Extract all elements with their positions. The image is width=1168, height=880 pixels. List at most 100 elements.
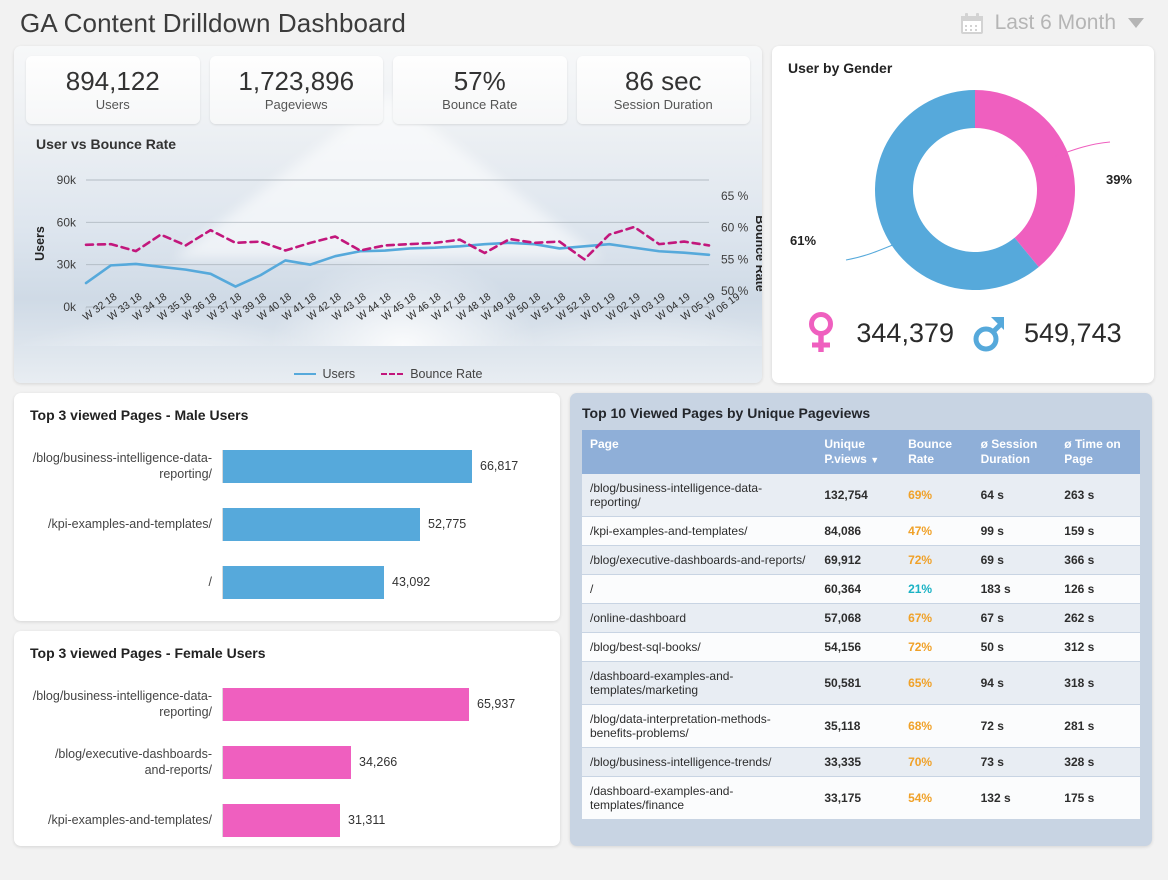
cell-bounce-rate: 67% bbox=[900, 604, 973, 633]
table-body: /blog/business-intelligence-data-reporti… bbox=[582, 474, 1140, 820]
table-row[interactable]: /60,36421%183 s126 s bbox=[582, 575, 1140, 604]
kpi-label: Bounce Rate bbox=[442, 97, 517, 112]
cell-page: /kpi-examples-and-templates/ bbox=[582, 517, 816, 546]
bar-category-label: / bbox=[30, 574, 222, 590]
table-row[interactable]: /dashboard-examples-and-templates/market… bbox=[582, 662, 1140, 705]
cell-time-on-page: 318 s bbox=[1056, 662, 1140, 705]
donut-svg bbox=[788, 80, 1138, 305]
bar-row: /blog/business-intelligence-data-reporti… bbox=[30, 675, 544, 733]
table-row[interactable]: /blog/business-intelligence-data-reporti… bbox=[582, 474, 1140, 517]
female-user-count: 344,379 bbox=[856, 318, 954, 349]
svg-text:60 %: 60 % bbox=[721, 221, 749, 235]
column-header-page[interactable]: Page bbox=[582, 430, 816, 474]
table-row[interactable]: /blog/best-sql-books/54,15672%50 s312 s bbox=[582, 633, 1140, 662]
bottom-row: Top 3 viewed Pages - Male Users /blog/bu… bbox=[0, 383, 1168, 846]
cell-session-duration: 69 s bbox=[973, 546, 1057, 575]
table-row[interactable]: /online-dashboard57,06867%67 s262 s bbox=[582, 604, 1140, 633]
column-header-unique-pageviews[interactable]: Unique P.views ▼ bbox=[816, 430, 900, 474]
bar-category-label: /kpi-examples-and-templates/ bbox=[30, 812, 222, 828]
date-range-selector[interactable]: Last 6 Month bbox=[961, 11, 1144, 35]
column-header-time-on-page[interactable]: ø Time on Page bbox=[1056, 430, 1140, 474]
cell-page: /dashboard-examples-and-templates/market… bbox=[582, 662, 816, 705]
top-row: 894,122 Users 1,723,896 Pageviews 57% Bo… bbox=[0, 46, 1168, 383]
bar-fill[interactable] bbox=[223, 804, 340, 837]
kpi-label: Pageviews bbox=[265, 97, 328, 112]
dashboard-header: GA Content Drilldown Dashboard Last 6 Mo… bbox=[0, 0, 1168, 46]
cell-time-on-page: 175 s bbox=[1056, 777, 1140, 820]
bar-fill[interactable] bbox=[223, 566, 384, 599]
top-pages-table: Page Unique P.views ▼ Bounce Rate ø Sess… bbox=[582, 430, 1140, 820]
legend-label: Bounce Rate bbox=[410, 367, 482, 381]
bar-value-label: 52,775 bbox=[428, 517, 466, 531]
chevron-down-icon[interactable] bbox=[1128, 18, 1144, 28]
table-row[interactable]: /blog/data-interpretation-methods-benefi… bbox=[582, 705, 1140, 748]
cell-unique-pageviews: 57,068 bbox=[816, 604, 900, 633]
bar-category-label: /blog/executive-dashboards-and-reports/ bbox=[30, 746, 222, 778]
kpi-card-session-duration[interactable]: 86 sec Session Duration bbox=[577, 56, 751, 124]
table-row[interactable]: /blog/executive-dashboards-and-reports/6… bbox=[582, 546, 1140, 575]
legend-swatch-users bbox=[294, 373, 316, 375]
cell-page: /blog/data-interpretation-methods-benefi… bbox=[582, 705, 816, 748]
svg-text:0k: 0k bbox=[63, 300, 77, 314]
svg-text:55 %: 55 % bbox=[721, 252, 749, 266]
user-by-gender-card: User by Gender 39% 61% 344,379 549,743 bbox=[772, 46, 1154, 383]
kpi-label: Users bbox=[96, 97, 130, 112]
male-symbol-icon bbox=[972, 311, 1006, 355]
cell-time-on-page: 328 s bbox=[1056, 748, 1140, 777]
cell-page: /dashboard-examples-and-templates/financ… bbox=[582, 777, 816, 820]
bar-fill[interactable] bbox=[223, 508, 420, 541]
cell-session-duration: 67 s bbox=[973, 604, 1057, 633]
cell-time-on-page: 262 s bbox=[1056, 604, 1140, 633]
kpi-card-bounce-rate[interactable]: 57% Bounce Rate bbox=[393, 56, 567, 124]
svg-text:Users: Users bbox=[33, 226, 47, 261]
male-user-count: 549,743 bbox=[1024, 318, 1122, 349]
donut-slice-female[interactable] bbox=[975, 90, 1075, 267]
gender-donut-chart: 39% 61% bbox=[788, 80, 1138, 305]
cell-time-on-page: 366 s bbox=[1056, 546, 1140, 575]
cell-page: /blog/executive-dashboards-and-reports/ bbox=[582, 546, 816, 575]
legend-item-bounce-rate[interactable]: Bounce Rate bbox=[381, 367, 482, 381]
table-row[interactable]: /blog/business-intelligence-trends/33,33… bbox=[582, 748, 1140, 777]
bar-track: 52,775 bbox=[222, 508, 544, 541]
bar-fill[interactable] bbox=[223, 688, 469, 721]
top-10-pages-panel: Top 10 Viewed Pages by Unique Pageviews … bbox=[570, 393, 1152, 846]
cell-session-duration: 64 s bbox=[973, 474, 1057, 517]
svg-text:90k: 90k bbox=[57, 173, 77, 187]
kpi-card-pageviews[interactable]: 1,723,896 Pageviews bbox=[210, 56, 384, 124]
donut-leader-line bbox=[846, 242, 900, 260]
kpi-card-users[interactable]: 894,122 Users bbox=[26, 56, 200, 124]
cell-bounce-rate: 54% bbox=[900, 777, 973, 820]
kpi-strip: 894,122 Users 1,723,896 Pageviews 57% Bo… bbox=[14, 46, 762, 124]
line-chart-legend: Users Bounce Rate bbox=[14, 367, 762, 381]
gender-card-title: User by Gender bbox=[788, 60, 1138, 76]
date-range-label[interactable]: Last 6 Month bbox=[995, 11, 1116, 35]
female-bar-chart: /blog/business-intelligence-data-reporti… bbox=[30, 675, 544, 849]
users-vs-bounce-panel: 894,122 Users 1,723,896 Pageviews 57% Bo… bbox=[14, 46, 762, 383]
cell-bounce-rate: 72% bbox=[900, 546, 973, 575]
bar-fill[interactable] bbox=[223, 450, 472, 483]
svg-text:30k: 30k bbox=[57, 258, 77, 272]
column-header-bounce-rate[interactable]: Bounce Rate bbox=[900, 430, 973, 474]
table-row[interactable]: /kpi-examples-and-templates/84,08647%99 … bbox=[582, 517, 1140, 546]
line-chart-title: User vs Bounce Rate bbox=[14, 124, 762, 152]
cell-time-on-page: 312 s bbox=[1056, 633, 1140, 662]
legend-swatch-bounce-rate bbox=[381, 373, 403, 375]
donut-label-male: 61% bbox=[790, 233, 816, 248]
bar-row: /kpi-examples-and-templates/31,311 bbox=[30, 791, 544, 849]
cell-session-duration: 183 s bbox=[973, 575, 1057, 604]
column-header-session-duration[interactable]: ø Session Duration bbox=[973, 430, 1057, 474]
female-symbol-icon bbox=[804, 311, 838, 355]
cell-bounce-rate: 47% bbox=[900, 517, 973, 546]
bar-charts-column: Top 3 viewed Pages - Male Users /blog/bu… bbox=[14, 393, 560, 846]
cell-time-on-page: 126 s bbox=[1056, 575, 1140, 604]
legend-item-users[interactable]: Users bbox=[294, 367, 356, 381]
bar-row: /blog/executive-dashboards-and-reports/3… bbox=[30, 733, 544, 791]
top-pages-male-card: Top 3 viewed Pages - Male Users /blog/bu… bbox=[14, 393, 560, 621]
bar-track: 34,266 bbox=[222, 746, 544, 779]
bar-fill[interactable] bbox=[223, 746, 351, 779]
svg-text:60k: 60k bbox=[57, 215, 77, 229]
cell-unique-pageviews: 33,175 bbox=[816, 777, 900, 820]
cell-bounce-rate: 70% bbox=[900, 748, 973, 777]
table-row[interactable]: /dashboard-examples-and-templates/financ… bbox=[582, 777, 1140, 820]
cell-time-on-page: 159 s bbox=[1056, 517, 1140, 546]
